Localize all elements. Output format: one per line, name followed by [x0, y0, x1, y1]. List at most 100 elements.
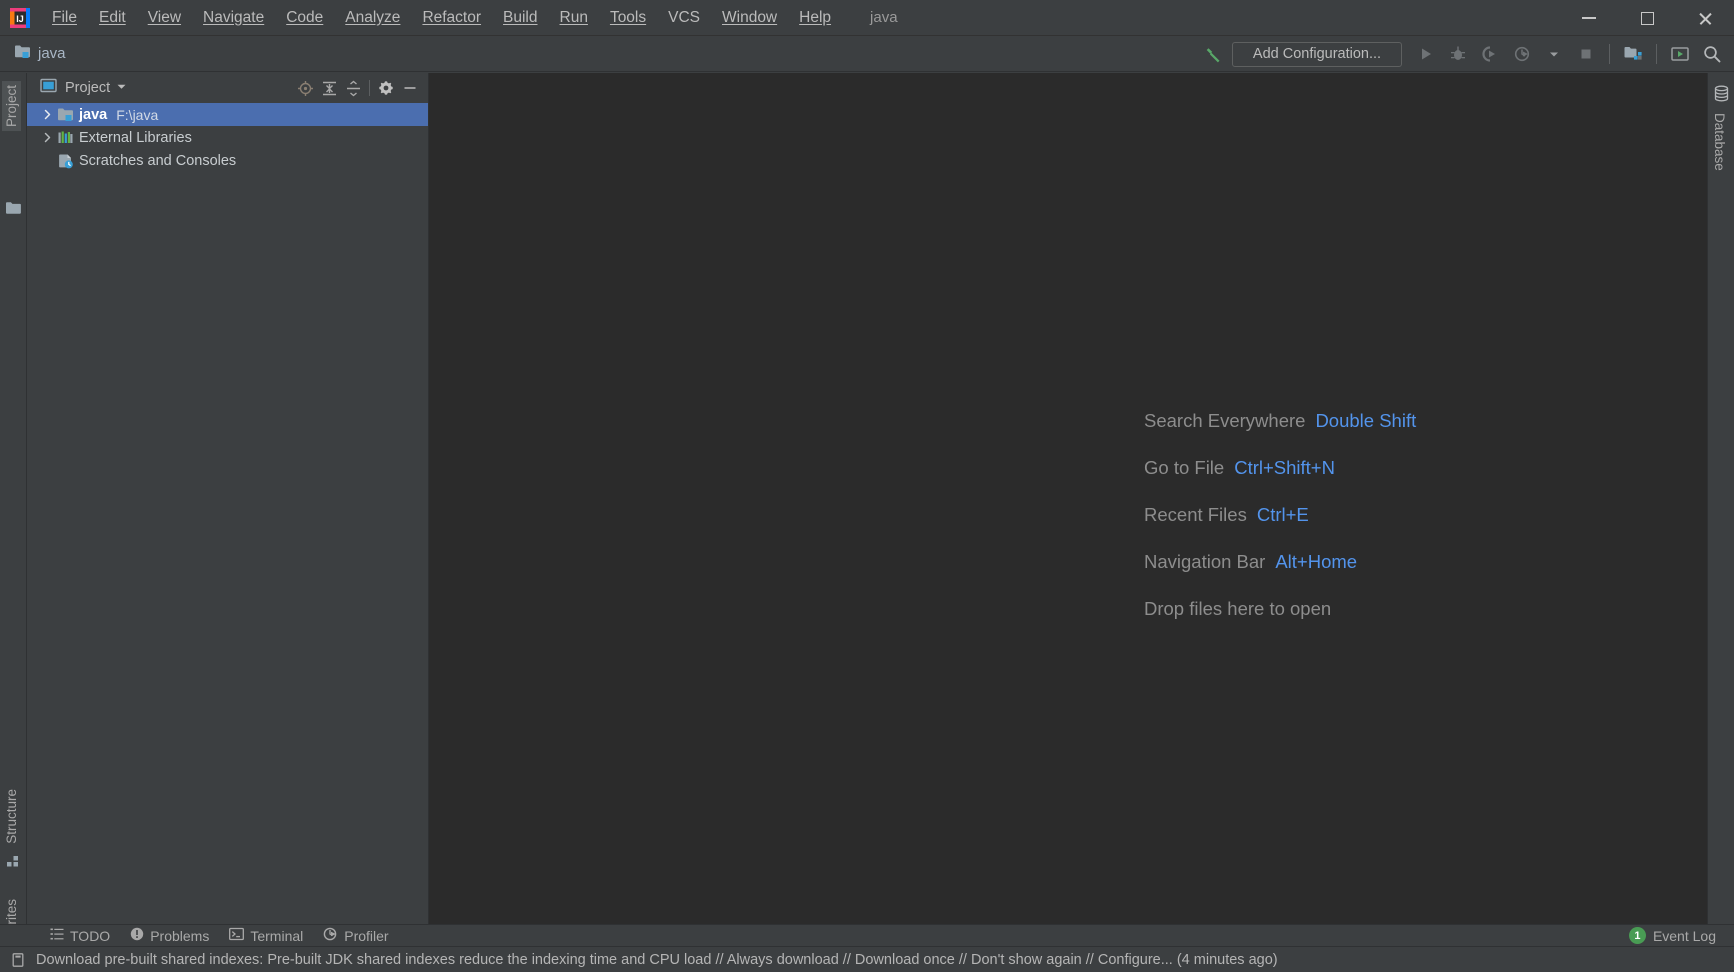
project-tool-window: Project java F:\java External Libraries … [27, 73, 429, 924]
run-with-coverage-icon[interactable] [1476, 41, 1504, 67]
select-in-icon[interactable] [1666, 41, 1694, 67]
tree-label: java [79, 106, 108, 123]
todo-list-icon [50, 927, 64, 944]
bottom-tab-label: Terminal [250, 927, 304, 944]
menu-item-window[interactable]: Window [711, 6, 788, 30]
breadcrumb-label: java [38, 45, 66, 62]
event-log-button[interactable]: 1 Event Log [1628, 927, 1716, 944]
svg-text:IJ: IJ [16, 14, 24, 24]
chevron-down-icon[interactable] [1540, 41, 1568, 67]
scroll-from-source-icon[interactable] [293, 77, 317, 99]
menu-item-view[interactable]: View [137, 6, 192, 30]
debug-icon[interactable] [1444, 41, 1472, 67]
close-button[interactable] [1676, 0, 1734, 36]
tree-row-scratches-and-consoles[interactable]: Scratches and Consoles [27, 149, 428, 172]
minimize-button[interactable] [1560, 0, 1618, 36]
hint-recent-files: Recent Files Ctrl+E [1144, 504, 1416, 526]
bottom-tab-label: TODO [70, 927, 111, 944]
bottom-tab-label: Problems [150, 927, 210, 944]
header-separator [369, 80, 370, 96]
sidebar-item-project[interactable]: Project [2, 81, 21, 132]
breadcrumb[interactable]: java [14, 44, 66, 64]
project-structure-icon[interactable] [1619, 41, 1647, 67]
project-tree: java F:\java External Libraries Scratche… [27, 103, 428, 924]
chevron-down-icon[interactable] [116, 79, 127, 97]
tree-label: Scratches and Consoles [79, 152, 237, 169]
add-configuration-button[interactable]: Add Configuration... [1232, 41, 1402, 67]
status-message[interactable]: Download pre-built shared indexes: Pre-b… [36, 952, 1278, 968]
menu-item-code[interactable]: Code [275, 6, 334, 30]
structure-icon [6, 855, 21, 873]
chevron-right-icon[interactable] [37, 109, 57, 120]
menu-item-navigate[interactable]: Navigate [192, 6, 275, 30]
menu-label-run: Run [559, 8, 588, 26]
menu-bar: File Edit View Navigate Code Analyze Ref… [41, 0, 842, 35]
tree-row-java-module[interactable]: java F:\java [27, 103, 428, 126]
run-icon[interactable] [1412, 41, 1440, 67]
sidebar-label-structure: Structure [4, 789, 19, 844]
bottom-tab-profiler[interactable]: Profiler [313, 925, 398, 946]
sidebar-label-project: Project [4, 85, 19, 128]
settings-gear-icon[interactable] [374, 77, 398, 99]
folder-icon [5, 201, 22, 220]
expand-all-icon[interactable] [317, 77, 341, 99]
bottom-tab-problems[interactable]: Problems [120, 925, 219, 946]
menu-label-navigate: Navigate [203, 8, 265, 26]
search-icon[interactable] [1698, 41, 1726, 67]
editor-empty-area[interactable]: Search Everywhere Double Shift Go to File… [429, 73, 1707, 924]
hint-shortcut-label: Ctrl+E [1256, 504, 1309, 525]
hint-action-label: Drop files here to open [1144, 598, 1332, 619]
tree-row-external-libraries[interactable]: External Libraries [27, 126, 428, 149]
build-hammer-icon[interactable] [1200, 41, 1228, 67]
hint-go-to-file: Go to File Ctrl+Shift+N [1144, 457, 1416, 479]
right-tool-strip: Database [1707, 73, 1734, 924]
menu-item-vcs[interactable]: VCS [657, 6, 711, 30]
stop-icon[interactable] [1572, 41, 1600, 67]
menu-label-vcs: VCS [668, 8, 700, 26]
menu-item-help[interactable]: Help [788, 6, 842, 30]
sidebar-item-database[interactable]: Database [1710, 109, 1729, 175]
profile-icon[interactable] [1508, 41, 1536, 67]
menu-label-window: Window [722, 8, 778, 26]
menu-label-tools: Tools [609, 8, 647, 26]
toolbar-actions: Add Configuration... [1200, 36, 1726, 72]
hide-icon[interactable] [398, 77, 422, 99]
collapse-all-icon[interactable] [341, 77, 365, 99]
maximize-button[interactable] [1618, 0, 1676, 36]
sidebar-label-database: Database [1712, 113, 1727, 171]
bottom-tab-terminal[interactable]: Terminal [219, 925, 313, 946]
menu-item-file[interactable]: File [41, 6, 88, 30]
title-bar: IJ File Edit View Navigate Code Analyze … [0, 0, 1734, 36]
hint-action-label: Go to File [1144, 457, 1225, 478]
bottom-tab-todo[interactable]: TODO [40, 925, 120, 946]
hint-action-label: Search Everywhere [1144, 410, 1306, 431]
menu-label-build: Build [503, 8, 538, 26]
bottom-tab-label: Profiler [344, 927, 389, 944]
chevron-right-icon[interactable] [37, 132, 57, 143]
menu-item-run[interactable]: Run [549, 6, 599, 30]
profiler-icon [323, 927, 338, 944]
module-folder-icon [14, 44, 31, 64]
problems-warning-icon [130, 927, 144, 944]
menu-label-view: View [147, 8, 182, 26]
menu-item-analyze[interactable]: Analyze [334, 6, 411, 30]
module-folder-icon [57, 107, 79, 122]
menu-item-tools[interactable]: Tools [599, 6, 657, 30]
project-view-icon [40, 78, 57, 98]
menu-item-refactor[interactable]: Refactor [411, 6, 492, 30]
menu-item-build[interactable]: Build [492, 6, 548, 30]
sidebar-item-structure[interactable]: Structure [2, 785, 21, 848]
intellij-logo-icon: IJ [9, 7, 31, 29]
hint-shortcut-label: Ctrl+Shift+N [1234, 457, 1335, 478]
menu-label-code: Code [286, 8, 324, 26]
project-panel-header: Project [27, 73, 428, 103]
menu-item-edit[interactable]: Edit [88, 6, 137, 30]
hint-action-label: Navigation Bar [1144, 551, 1266, 572]
project-panel-title: Project [65, 80, 111, 96]
tree-sublabel: F:\java [116, 106, 159, 123]
event-log-badge: 1 [1628, 927, 1646, 944]
menu-label-refactor: Refactor [422, 8, 482, 26]
notification-document-icon [10, 952, 26, 968]
close-icon [1698, 11, 1713, 26]
scratches-icon [57, 153, 79, 169]
